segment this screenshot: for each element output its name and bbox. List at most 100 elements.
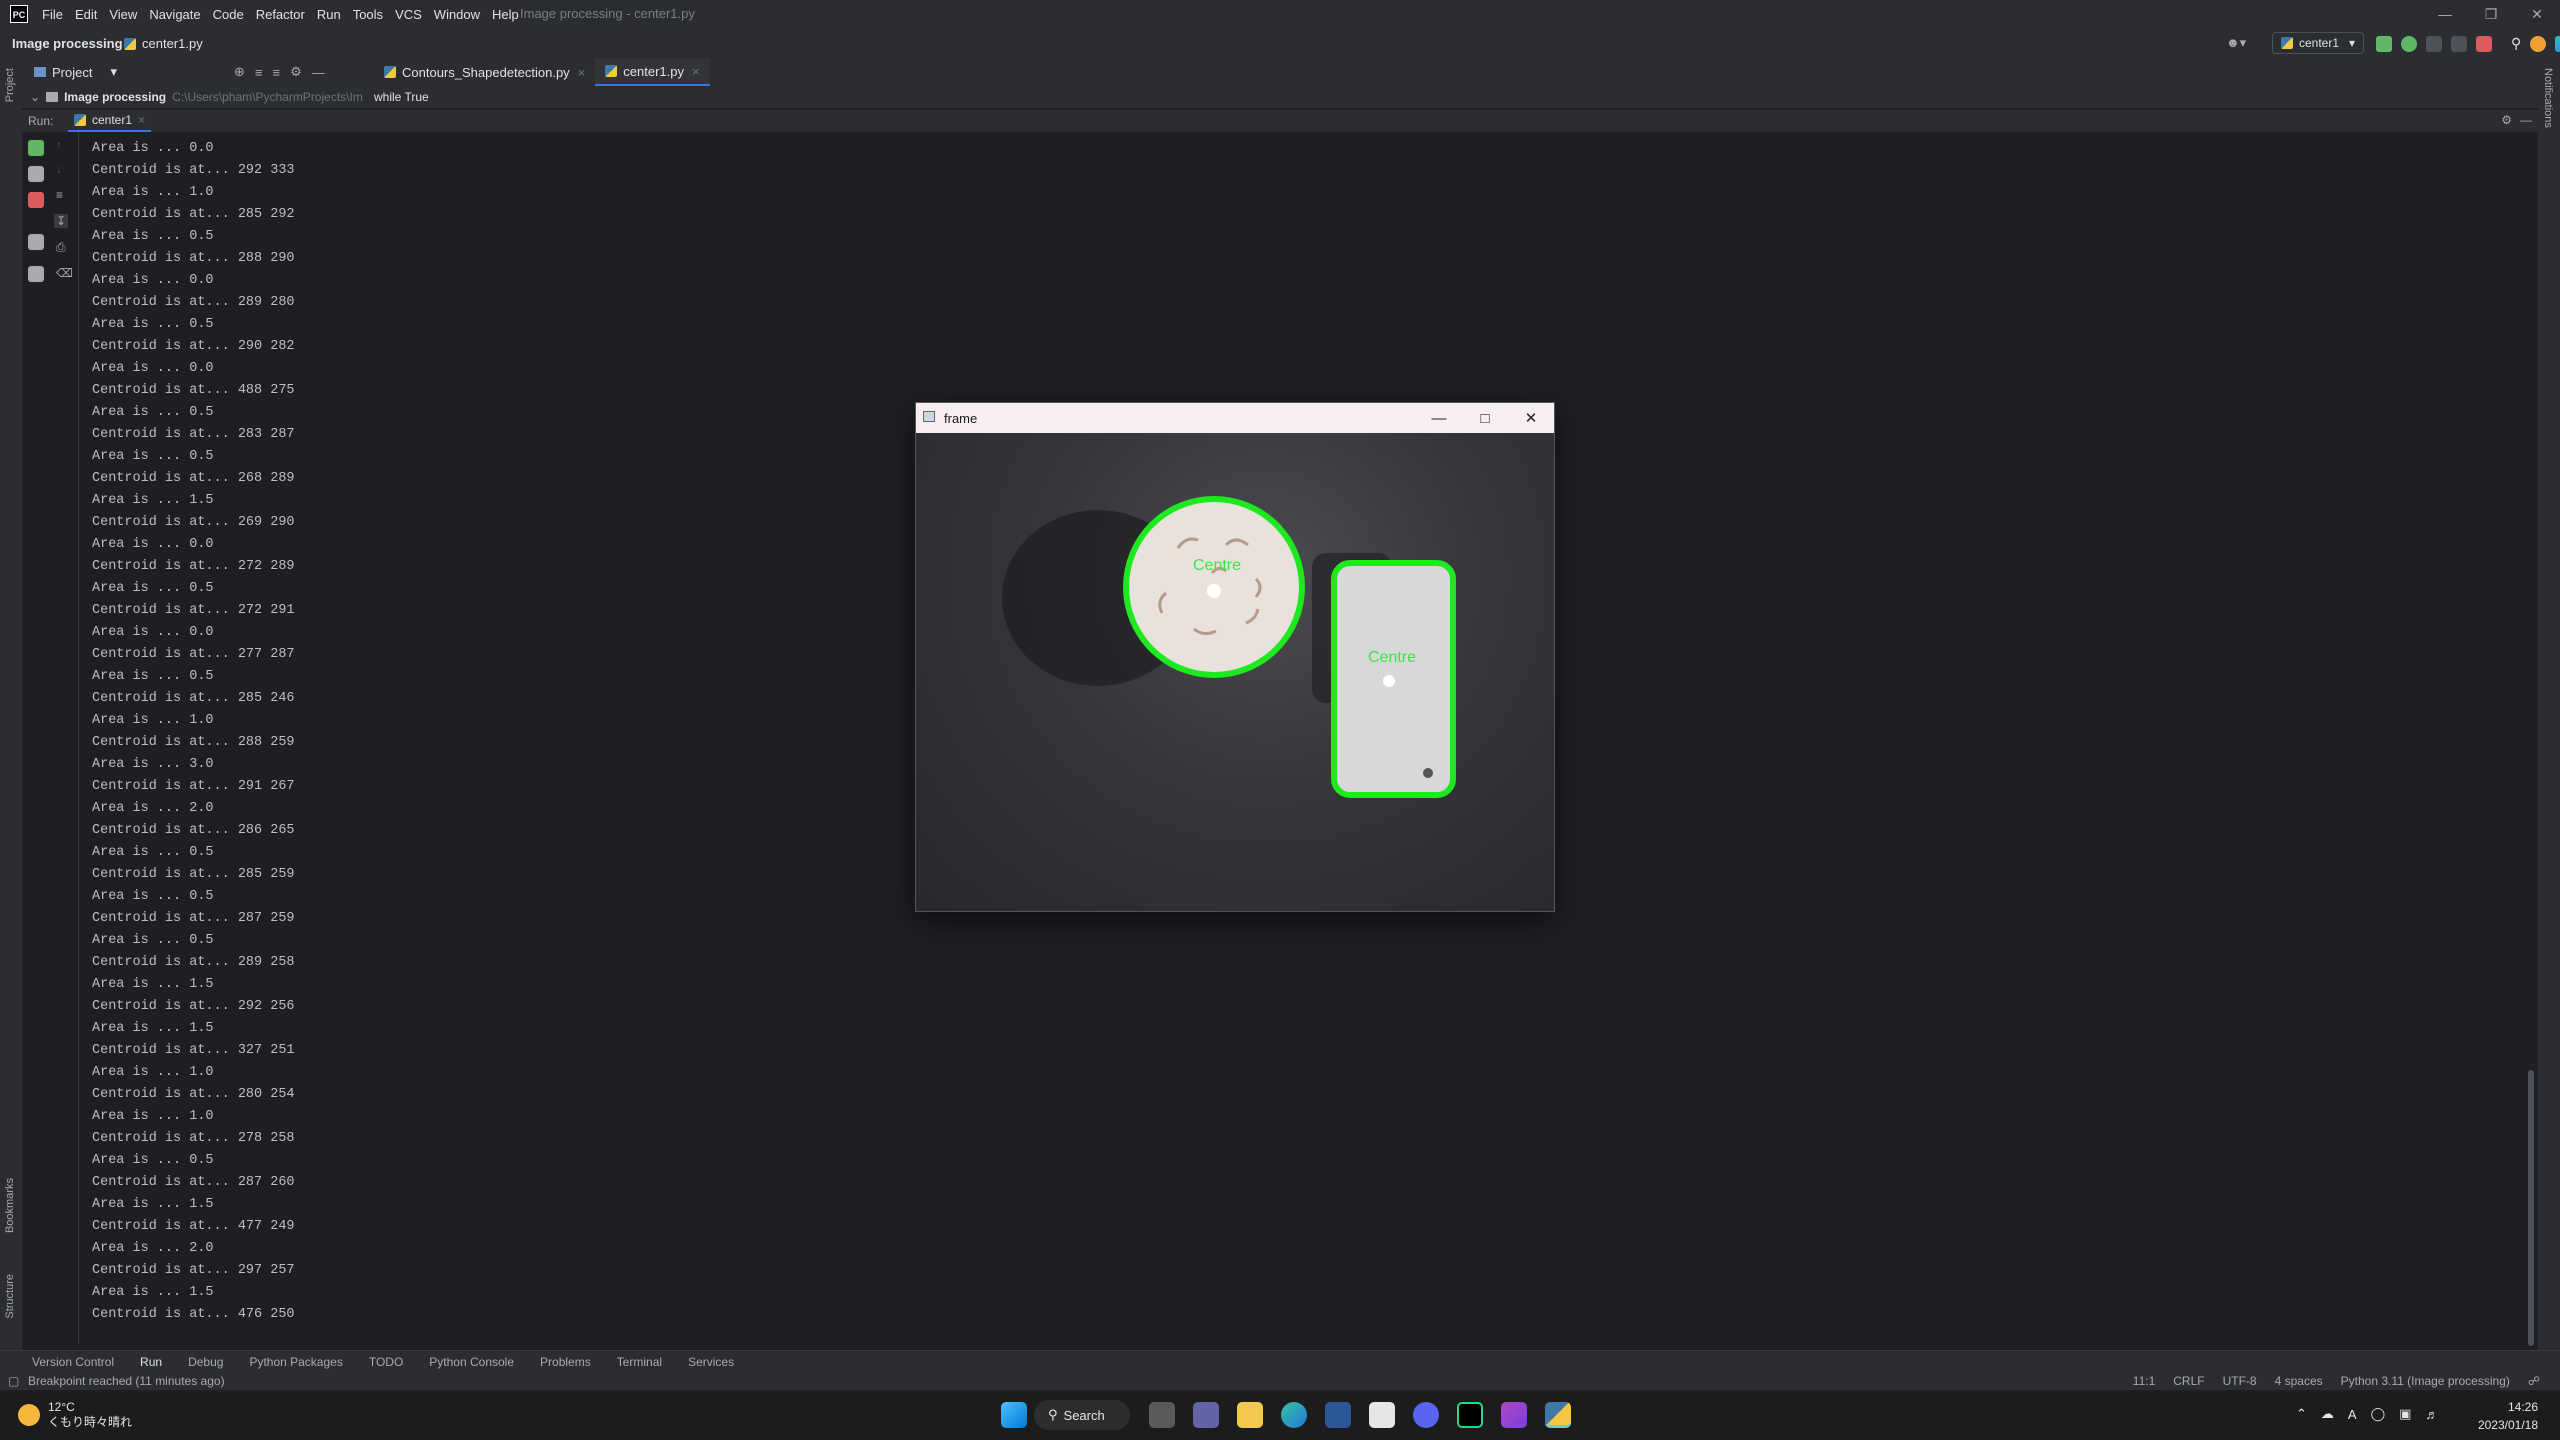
jetbrains-ai-icon[interactable]	[2555, 35, 2560, 52]
help-icon[interactable]: ◯	[2371, 1406, 2386, 1422]
tool-tab-debug[interactable]: Debug	[188, 1355, 223, 1369]
close-tab-icon[interactable]: ×	[692, 64, 700, 79]
hide-panel-icon[interactable]: —	[2520, 113, 2532, 127]
more-actions-icon[interactable]	[2451, 35, 2467, 52]
project-tool-button[interactable]: Project	[4, 68, 16, 102]
soft-wrap-icon[interactable]: ≡	[56, 188, 63, 202]
task-view-icon[interactable]	[1149, 1402, 1175, 1428]
minimize-icon[interactable]: —	[1416, 410, 1462, 427]
scroll-to-end-icon[interactable]: ↧	[54, 214, 69, 228]
rerun-icon[interactable]	[28, 140, 44, 156]
trash-icon[interactable]: ⌫	[56, 266, 73, 280]
menu-code[interactable]: Code	[213, 7, 244, 22]
stop-icon[interactable]	[2476, 35, 2492, 52]
notifications-tool-button[interactable]: Notifications	[2542, 68, 2554, 128]
gear-icon[interactable]: ⚙	[2501, 113, 2512, 127]
close-icon[interactable]: ✕	[1508, 409, 1554, 427]
wrench-icon[interactable]	[28, 166, 44, 182]
file-encoding[interactable]: UTF-8	[2223, 1374, 2257, 1388]
python-app-icon[interactable]	[1545, 1402, 1571, 1428]
menu-window[interactable]: Window	[434, 7, 480, 22]
tool-tab-terminal[interactable]: Terminal	[617, 1355, 662, 1369]
word-icon[interactable]	[1325, 1402, 1351, 1428]
tool-tab-services[interactable]: Services	[688, 1355, 734, 1369]
pycharm-icon[interactable]	[1457, 1402, 1483, 1428]
opencv-frame-window[interactable]: frame — □ ✕ Centre Centre	[915, 402, 1555, 912]
tool-tab-version-control[interactable]: Version Control	[32, 1355, 114, 1369]
console-scrollbar[interactable]	[2528, 1070, 2534, 1346]
edge-icon[interactable]	[1281, 1402, 1307, 1428]
tool-tab-python-console[interactable]: Python Console	[429, 1355, 514, 1369]
search-everywhere-icon[interactable]: ⚲	[2511, 35, 2521, 52]
run-tab-center1[interactable]: center1 ×	[68, 110, 152, 132]
menu-run[interactable]: Run	[317, 7, 341, 22]
python-interpreter[interactable]: Python 3.11 (Image processing)	[2341, 1374, 2510, 1388]
tool-tab-run[interactable]: Run	[140, 1355, 162, 1369]
menu-file[interactable]: File	[42, 7, 63, 22]
project-view-dropdown[interactable]: Project ▾	[34, 64, 117, 80]
tab-center1[interactable]: center1.py ×	[595, 58, 710, 86]
layout-icon[interactable]	[28, 234, 44, 250]
chevron-up-icon[interactable]: ⌃	[2296, 1406, 2307, 1422]
ime-indicator[interactable]: A	[2348, 1407, 2357, 1422]
close-tab-icon[interactable]: ×	[138, 113, 145, 127]
ide-update-icon[interactable]	[2530, 35, 2547, 52]
stop-icon[interactable]	[28, 192, 44, 208]
weather-widget[interactable]: 12°C くもり時々晴れ	[18, 1400, 132, 1430]
arrow-up-icon[interactable]: ↑	[56, 138, 62, 152]
bookmarks-tool-button[interactable]: Bookmarks	[4, 1178, 16, 1233]
taskbar-search[interactable]: ⚲ Search	[1034, 1400, 1130, 1430]
menu-help[interactable]: Help	[492, 7, 519, 22]
arrow-down-icon[interactable]: ↓	[56, 162, 62, 176]
close-tab-icon[interactable]: ×	[578, 65, 586, 80]
discord-icon[interactable]	[1413, 1402, 1439, 1428]
pin-icon[interactable]	[28, 266, 44, 282]
coverage-icon[interactable]	[2426, 35, 2442, 52]
menu-vcs[interactable]: VCS	[395, 7, 422, 22]
tool-tab-problems[interactable]: Problems	[540, 1355, 591, 1369]
onedrive-icon[interactable]: ☁	[2321, 1406, 2334, 1422]
nav-project-name[interactable]: Image processing	[12, 36, 123, 51]
indent-setting[interactable]: 4 spaces	[2275, 1374, 2323, 1388]
menu-tools[interactable]: Tools	[353, 7, 383, 22]
network-icon[interactable]: ▣	[2399, 1406, 2411, 1422]
breadcrumb[interactable]: while True	[374, 90, 429, 104]
store-icon[interactable]	[1369, 1402, 1395, 1428]
status-message[interactable]: Breakpoint reached (11 minutes ago)	[28, 1374, 225, 1388]
file-explorer-icon[interactable]	[1237, 1402, 1263, 1428]
tool-tab-todo[interactable]: TODO	[369, 1355, 403, 1369]
tab-contours-shapedetection[interactable]: Contours_Shapedetection.py ×	[374, 58, 595, 86]
close-icon[interactable]: ✕	[2514, 6, 2560, 23]
hide-panel-icon[interactable]: —	[312, 65, 325, 80]
clipchamp-icon[interactable]	[1501, 1402, 1527, 1428]
structure-tool-button[interactable]: Structure	[4, 1274, 16, 1319]
volume-icon[interactable]: ♬	[2425, 1407, 2438, 1422]
windows-start-icon[interactable]	[1001, 1402, 1027, 1428]
nav-file[interactable]: center1.py	[124, 36, 203, 51]
restore-icon[interactable]: ❐	[2468, 6, 2514, 23]
teams-chat-icon[interactable]	[1193, 1402, 1219, 1428]
menu-refactor[interactable]: Refactor	[256, 7, 305, 22]
lock-icon[interactable]: ☍	[2528, 1374, 2540, 1388]
run-config-selector[interactable]: center1 ▾	[2272, 32, 2364, 54]
project-root-node[interactable]: ⌄ Image processing C:\Users\pham\Pycharm…	[30, 90, 363, 104]
profile-menu[interactable]: ☻▾	[2226, 35, 2246, 51]
gear-icon[interactable]: ⚙	[290, 64, 302, 80]
tool-tab-python-packages[interactable]: Python Packages	[249, 1355, 342, 1369]
rerun-icon[interactable]	[2376, 35, 2392, 52]
maximize-icon[interactable]: □	[1462, 410, 1508, 427]
menu-edit[interactable]: Edit	[75, 7, 97, 22]
menu-view[interactable]: View	[109, 7, 137, 22]
expand-all-icon[interactable]: ≡	[255, 65, 263, 80]
caret-position[interactable]: 11:1	[2133, 1374, 2155, 1388]
pycharm-logo-icon[interactable]: PC	[10, 5, 28, 23]
minimize-icon[interactable]: —	[2422, 6, 2468, 22]
frame-title-bar[interactable]: frame — □ ✕	[916, 403, 1554, 433]
taskbar-clock[interactable]: 14:26 2023/01/18	[2478, 1398, 2538, 1434]
menu-navigate[interactable]: Navigate	[149, 7, 200, 22]
locate-file-icon[interactable]: ⊕	[234, 64, 245, 80]
print-icon[interactable]: ⎙	[56, 240, 66, 255]
debug-icon[interactable]	[2401, 35, 2417, 52]
line-separator[interactable]: CRLF	[2173, 1374, 2204, 1388]
collapse-all-icon[interactable]: ≡	[273, 65, 281, 80]
